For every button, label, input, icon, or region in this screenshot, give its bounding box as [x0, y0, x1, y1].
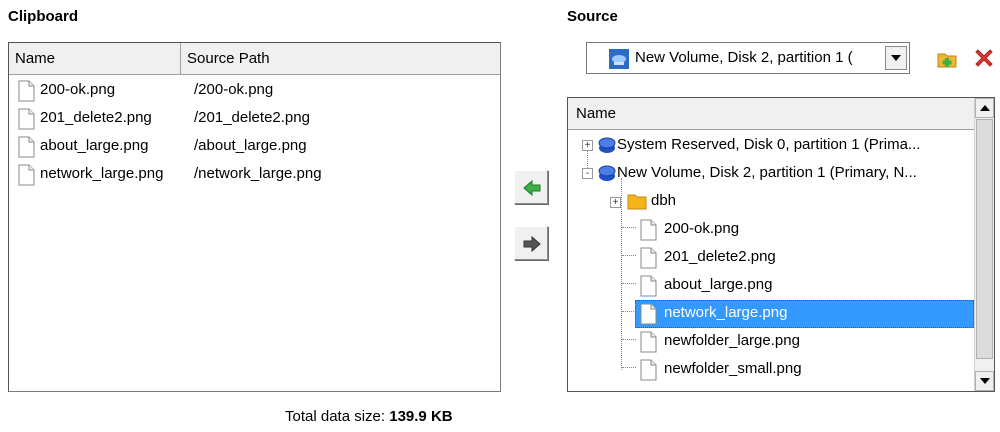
source-title: Source [567, 8, 618, 25]
volume-select-dropdown-button[interactable] [885, 46, 907, 70]
tree-item-label: newfolder_large.png [664, 332, 800, 349]
clipboard-row-path: /network_large.png [194, 165, 322, 182]
tree-item-new-volume[interactable]: - New Volume, Disk 2, partition 1 (Prima… [568, 160, 974, 188]
volume-select-value: New Volume, Disk 2, partition 1 ( [635, 49, 853, 66]
clipboard-row-name: about_large.png [40, 137, 149, 154]
tree-item-label: New Volume, Disk 2, partition 1 (Primary… [617, 164, 917, 181]
tree-item-label: 200-ok.png [664, 220, 740, 237]
scroll-thumb[interactable] [976, 119, 993, 359]
remove-from-clipboard-button[interactable] [514, 226, 548, 260]
tree-item-label: System Reserved, Disk 0, partition 1 (Pr… [617, 136, 921, 153]
tree-item-system-reserved[interactable]: + System Reserved, Disk 0, partition 1 (… [568, 132, 974, 160]
tree-item-file[interactable]: about_large.png [568, 272, 974, 300]
file-icon [640, 275, 657, 297]
file-icon [640, 303, 657, 325]
clipboard-list[interactable]: Name Source Path 200-ok.png /200-ok.png … [8, 42, 501, 392]
volume-select[interactable]: New Volume, Disk 2, partition 1 ( [586, 42, 910, 74]
file-icon [18, 108, 35, 130]
file-icon [640, 247, 657, 269]
close-icon [975, 49, 993, 67]
disk-icon [609, 49, 629, 69]
column-header-name[interactable]: Name [9, 43, 181, 74]
clipboard-row-path: /201_delete2.png [194, 109, 310, 126]
add-volume-button[interactable] [936, 48, 958, 70]
tree-item-label: newfolder_small.png [664, 360, 802, 377]
clipboard-row-name: 200-ok.png [40, 81, 116, 98]
column-header-source-path[interactable]: Source Path [181, 43, 500, 74]
chevron-down-icon [891, 55, 901, 61]
total-data-size: Total data size: 139.9 KB [285, 408, 453, 425]
clipboard-row[interactable]: network_large.png /network_large.png [9, 161, 500, 189]
source-tree[interactable]: Name + System Reserved, Disk 0, partitio… [567, 97, 995, 392]
tree-item-file[interactable]: newfolder_small.png [568, 356, 974, 384]
file-icon [640, 219, 657, 241]
expand-icon[interactable]: + [582, 140, 593, 151]
scroll-down-button[interactable] [975, 371, 994, 391]
clipboard-row-name: network_large.png [40, 165, 164, 182]
delete-volume-button[interactable] [972, 46, 996, 70]
add-folder-icon [937, 53, 957, 68]
tree-item-file[interactable]: 201_delete2.png [568, 244, 974, 272]
tree-item-label: 201_delete2.png [664, 248, 776, 265]
total-data-size-value: 139.9 KB [389, 408, 453, 425]
tree-item-file[interactable]: 200-ok.png [568, 216, 974, 244]
column-header-name[interactable]: Name [576, 105, 616, 122]
disk-icon [598, 137, 616, 153]
tree-scrollbar[interactable] [974, 98, 994, 391]
folder-icon [627, 194, 647, 210]
clipboard-row-path: /200-ok.png [194, 81, 274, 98]
tree-item-file[interactable]: newfolder_large.png [568, 328, 974, 356]
arrow-right-icon [523, 235, 541, 253]
file-icon [640, 331, 657, 353]
clipboard-row-name: 201_delete2.png [40, 109, 152, 126]
tree-item-file-selected[interactable]: network_large.png [568, 300, 974, 328]
tree-item-label: dbh [651, 192, 677, 209]
copy-to-clipboard-button[interactable] [514, 170, 548, 204]
clipboard-row-path: /about_large.png [194, 137, 307, 154]
file-icon [640, 359, 657, 381]
file-icon [18, 80, 35, 102]
scroll-up-button[interactable] [975, 98, 994, 118]
tree-item-dbh-folder[interactable]: + dbh [568, 188, 974, 216]
tree-header: Name [568, 98, 974, 130]
collapse-icon[interactable]: - [582, 168, 593, 179]
clipboard-row[interactable]: 200-ok.png /200-ok.png [9, 77, 500, 105]
disk-icon [598, 165, 616, 181]
clipboard-row[interactable]: 201_delete2.png /201_delete2.png [9, 105, 500, 133]
clipboard-list-header: Name Source Path [9, 43, 500, 75]
chevron-up-icon [980, 105, 990, 111]
file-icon [18, 164, 35, 186]
arrow-left-icon [523, 179, 541, 197]
clipboard-title: Clipboard [8, 8, 78, 25]
total-data-size-label: Total data size: [285, 408, 386, 425]
tree-item-label: network_large.png [664, 304, 788, 321]
file-icon [18, 136, 35, 158]
tree-item-label: about_large.png [664, 276, 773, 293]
chevron-down-icon [980, 378, 990, 384]
expand-icon[interactable]: + [610, 197, 621, 208]
clipboard-row[interactable]: about_large.png /about_large.png [9, 133, 500, 161]
